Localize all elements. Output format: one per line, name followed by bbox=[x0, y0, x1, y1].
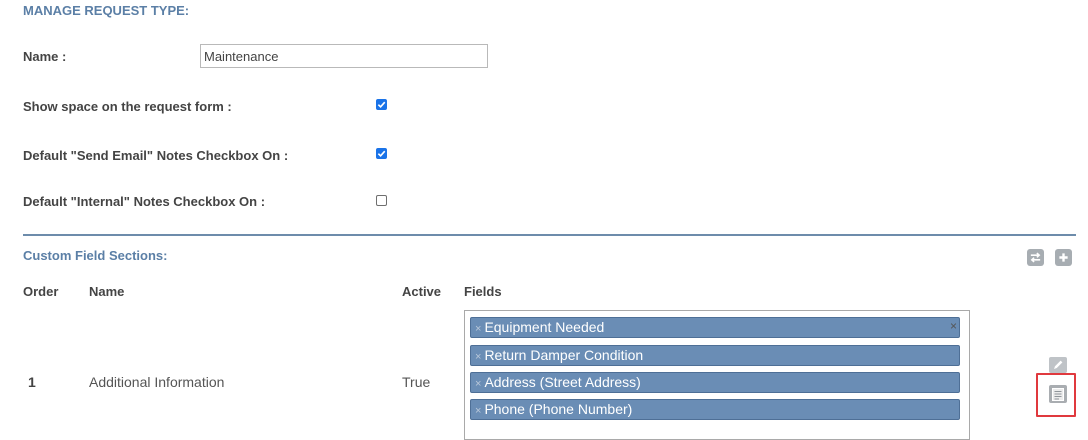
column-order-header: Order bbox=[23, 284, 59, 299]
field-tag-label: Phone (Phone Number) bbox=[484, 401, 633, 417]
send-email-label: Default "Send Email" Notes Checkbox On : bbox=[23, 148, 289, 163]
page-title: MANAGE REQUEST TYPE: bbox=[23, 3, 190, 18]
remove-tag-icon[interactable]: × bbox=[475, 323, 481, 335]
swap-arrows-icon[interactable] bbox=[1027, 249, 1044, 266]
field-tag-label: Return Damper Condition bbox=[484, 347, 644, 363]
internal-checkbox[interactable] bbox=[376, 195, 387, 206]
remove-tag-icon[interactable]: × bbox=[475, 351, 481, 363]
fields-multiselect[interactable]: × Equipment Needed × × Return Damper Condi… bbox=[464, 310, 970, 440]
column-fields-header: Fields bbox=[464, 284, 502, 299]
field-tag: × Phone (Phone Number) bbox=[470, 399, 960, 420]
field-tag-label: Equipment Needed bbox=[484, 319, 605, 335]
column-name-header: Name bbox=[89, 284, 125, 299]
send-email-checkbox[interactable] bbox=[376, 148, 387, 159]
show-space-checkbox[interactable] bbox=[376, 99, 387, 110]
field-tag: × Return Damper Condition bbox=[470, 345, 960, 366]
list-details-icon[interactable] bbox=[1049, 385, 1067, 403]
field-tag: × Address (Street Address) bbox=[470, 372, 960, 393]
plus-icon[interactable] bbox=[1055, 249, 1072, 266]
pencil-icon[interactable] bbox=[1049, 357, 1067, 373]
remove-tag-icon[interactable]: × bbox=[475, 378, 481, 390]
column-active-header: Active bbox=[402, 284, 442, 299]
section-divider bbox=[23, 234, 1076, 236]
field-tag: × Equipment Needed bbox=[470, 317, 960, 338]
show-space-label: Show space on the request form : bbox=[23, 99, 232, 114]
remove-tag-icon[interactable]: × bbox=[475, 405, 481, 417]
name-input[interactable] bbox=[200, 44, 488, 68]
internal-label: Default "Internal" Notes Checkbox On : bbox=[23, 194, 266, 209]
row-name: Additional Information bbox=[89, 374, 225, 390]
row-order: 1 bbox=[28, 374, 36, 390]
field-tag-label: Address (Street Address) bbox=[484, 374, 641, 390]
name-label: Name : bbox=[23, 49, 67, 64]
custom-field-sections-title: Custom Field Sections: bbox=[23, 248, 168, 263]
row-active: True bbox=[402, 374, 431, 390]
clear-selection-icon[interactable]: × bbox=[950, 319, 957, 333]
